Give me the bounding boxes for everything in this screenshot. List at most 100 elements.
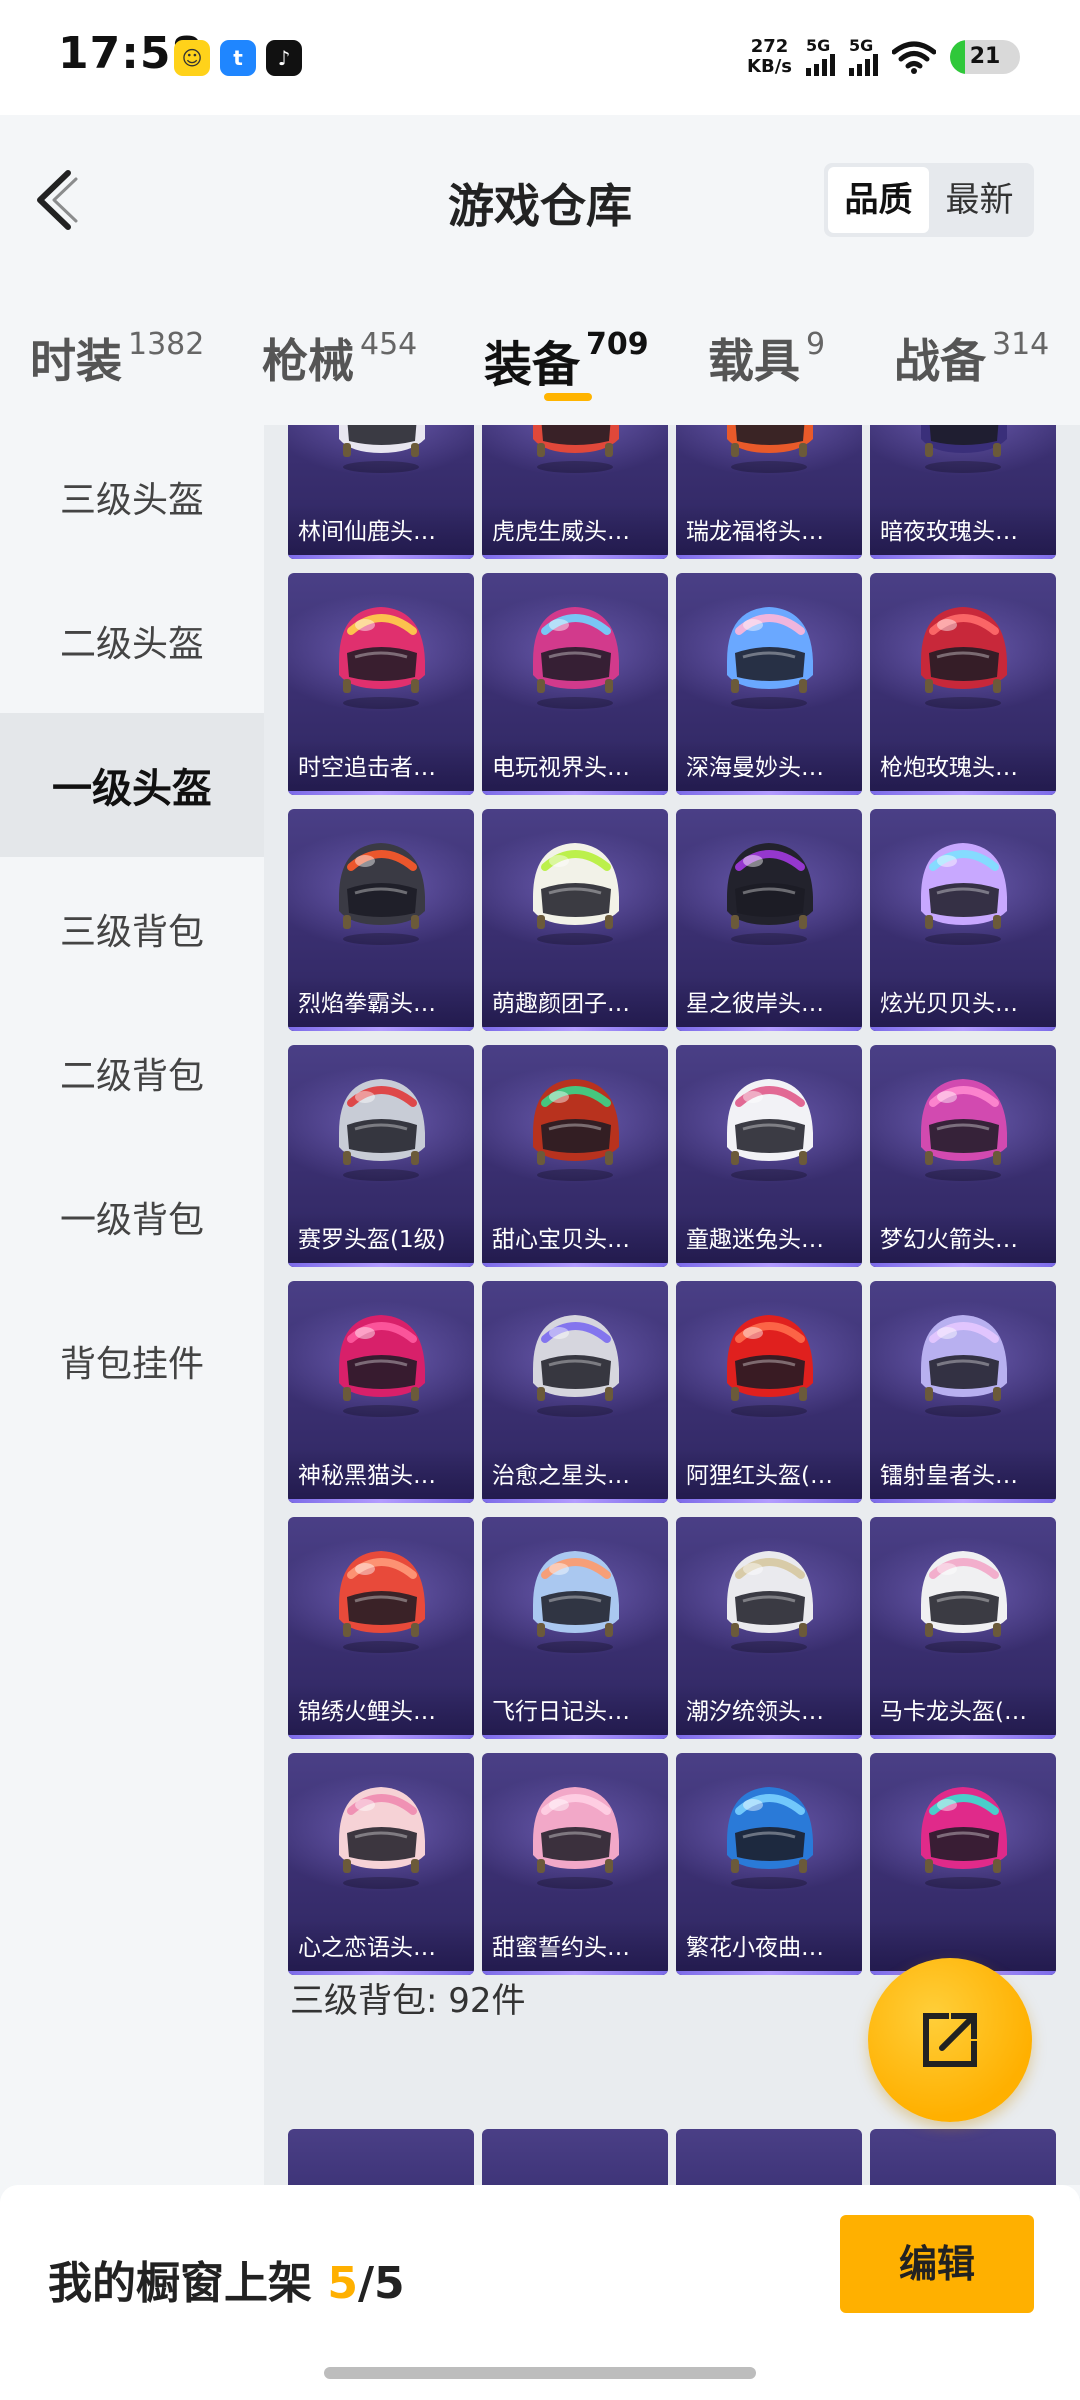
- tab-vehicles[interactable]: 载具 9: [708, 325, 825, 391]
- item-card[interactable]: 甜蜜誓约头…: [482, 1753, 668, 1975]
- section-title: 三级背包: 92件: [290, 1981, 526, 2021]
- item-card[interactable]: 马卡龙头盔(…: [870, 1517, 1056, 1739]
- helmet-icon: [921, 1079, 1007, 1181]
- item-card[interactable]: 虎虎生威头…: [482, 425, 668, 559]
- helmet-icon: [921, 1787, 1007, 1889]
- sidebar-item-backpack-charm[interactable]: 背包挂件: [0, 1289, 264, 1433]
- status-bar: 17:58 ☺ t ♪ 272 KB/s 5G 5G 21: [0, 0, 1080, 115]
- signal-2-label: 5G: [849, 36, 874, 55]
- backpack-card[interactable]: [288, 2129, 474, 2185]
- item-card[interactable]: 星之彼岸头…: [676, 809, 862, 1031]
- item-card[interactable]: 心之恋语头…: [288, 1753, 474, 1975]
- item-card-rarity-bar: [676, 1971, 862, 1975]
- share-fab[interactable]: [868, 1958, 1032, 2122]
- helmet-icon: [339, 843, 425, 945]
- item-card[interactable]: 潮汐统领头…: [676, 1517, 862, 1739]
- item-card[interactable]: 深海曼妙头…: [676, 573, 862, 795]
- item-card[interactable]: 锦绣火鲤头…: [288, 1517, 474, 1739]
- battery-icon: 21: [950, 40, 1020, 74]
- tab-supplies[interactable]: 战备 314: [894, 325, 1049, 391]
- item-card-rarity-bar: [288, 1735, 474, 1739]
- item-card[interactable]: 暗夜玫瑰头…: [870, 425, 1056, 559]
- item-card[interactable]: 枪炮玫瑰头…: [870, 573, 1056, 795]
- sidebar-item-lv3-helmet[interactable]: 三级头盔: [0, 425, 264, 569]
- item-card-rarity-bar: [676, 1027, 862, 1031]
- tab-fashion[interactable]: 时装 1382: [30, 325, 204, 391]
- item-card-label: 锦绣火鲤头…: [288, 1685, 474, 1739]
- item-card[interactable]: 梦幻火箭头…: [870, 1045, 1056, 1267]
- item-card[interactable]: 炫光贝贝头…: [870, 809, 1056, 1031]
- helmet-icon: [533, 1551, 619, 1653]
- helmet-icon: [727, 607, 813, 709]
- item-card[interactable]: 烈焰拳霸头…: [288, 809, 474, 1031]
- item-card[interactable]: 神秘黑猫头…: [288, 1281, 474, 1503]
- tab-guns[interactable]: 枪械 454: [262, 325, 417, 391]
- helmet-icon: [727, 843, 813, 945]
- network-speed-value: 272: [750, 36, 789, 57]
- item-card[interactable]: 萌趣颜团子…: [482, 809, 668, 1031]
- edit-button[interactable]: 编辑: [840, 2215, 1034, 2313]
- item-card[interactable]: 治愈之星头…: [482, 1281, 668, 1503]
- item-card-rarity-bar: [288, 1027, 474, 1031]
- tab-fashion-label: 时装: [30, 334, 122, 388]
- app-blue-icon: t: [220, 40, 256, 76]
- shelf-used-count: 5: [327, 2258, 358, 2309]
- shelf-label: 我的橱窗上架: [48, 2258, 312, 2309]
- item-card[interactable]: 瑞龙福将头…: [676, 425, 862, 559]
- helmet-icon: [727, 1787, 813, 1889]
- sort-option-newest[interactable]: 最新: [929, 167, 1030, 233]
- sidebar-item-lv2-helmet[interactable]: 二级头盔: [0, 569, 264, 713]
- item-card[interactable]: 赛罗头盔(1级): [288, 1045, 474, 1267]
- tab-guns-count: 454: [360, 327, 418, 362]
- item-card-rarity-bar: [482, 1027, 668, 1031]
- item-card[interactable]: 繁花小夜曲…: [676, 1753, 862, 1975]
- helmet-icon: [339, 1551, 425, 1653]
- sidebar-item-lv3-backpack[interactable]: 三级背包: [0, 857, 264, 1001]
- item-card-label: 马卡龙头盔(…: [870, 1685, 1056, 1739]
- item-card[interactable]: 电玩视界头…: [482, 573, 668, 795]
- item-card-label: 烈焰拳霸头…: [288, 977, 474, 1031]
- helmet-icon: [727, 425, 813, 473]
- item-card-label: 甜心宝贝头…: [482, 1213, 668, 1267]
- item-card-label: 甜蜜誓约头…: [482, 1921, 668, 1975]
- helmet-icon: [339, 1787, 425, 1889]
- item-card-label: 萌趣颜团子…: [482, 977, 668, 1031]
- item-card[interactable]: 镭射皇者头…: [870, 1281, 1056, 1503]
- helmet-icon: [533, 1079, 619, 1181]
- helmet-icon: [727, 1551, 813, 1653]
- tab-equipment[interactable]: 装备 709: [484, 325, 649, 395]
- active-tab-indicator: [544, 393, 592, 401]
- item-card-label: 飞行日记头…: [482, 1685, 668, 1739]
- item-card[interactable]: 林间仙鹿头…: [288, 425, 474, 559]
- item-card[interactable]: 甜心宝贝头…: [482, 1045, 668, 1267]
- backpack-card[interactable]: [870, 2129, 1056, 2185]
- item-card-label: 梦幻火箭头…: [870, 1213, 1056, 1267]
- item-card-rarity-bar: [870, 1263, 1056, 1267]
- sort-toggle: 品质 最新: [824, 163, 1034, 237]
- item-card-label: 电玩视界头…: [482, 741, 668, 795]
- item-card-label: 童趣迷兔头…: [676, 1213, 862, 1267]
- sidebar-item-lv2-backpack[interactable]: 二级背包: [0, 1001, 264, 1145]
- item-card[interactable]: 童趣迷兔头…: [676, 1045, 862, 1267]
- item-card[interactable]: 飞行日记头…: [482, 1517, 668, 1739]
- backpack-card[interactable]: [482, 2129, 668, 2185]
- item-card[interactable]: 阿狸红头盔(…: [676, 1281, 862, 1503]
- item-card[interactable]: [870, 1753, 1056, 1975]
- helmet-icon: [921, 1551, 1007, 1653]
- item-card-rarity-bar: [288, 1499, 474, 1503]
- signal-2-icon: 5G: [849, 38, 878, 76]
- sidebar-item-lv1-helmet[interactable]: 一级头盔: [0, 713, 264, 857]
- network-speed: 272 KB/s: [747, 37, 792, 77]
- home-indicator[interactable]: [324, 2367, 756, 2379]
- item-card-label: 星之彼岸头…: [676, 977, 862, 1031]
- item-card-label: 林间仙鹿头…: [288, 505, 474, 559]
- item-card-rarity-bar: [482, 555, 668, 559]
- item-card-rarity-bar: [870, 555, 1056, 559]
- item-card-label: 镭射皇者头…: [870, 1449, 1056, 1503]
- sort-option-quality[interactable]: 品质: [828, 167, 929, 233]
- helmet-icon: [533, 1787, 619, 1889]
- sidebar-item-lv1-backpack[interactable]: 一级背包: [0, 1145, 264, 1289]
- item-card[interactable]: 时空追击者…: [288, 573, 474, 795]
- backpack-card[interactable]: [676, 2129, 862, 2185]
- item-card-rarity-bar: [482, 791, 668, 795]
